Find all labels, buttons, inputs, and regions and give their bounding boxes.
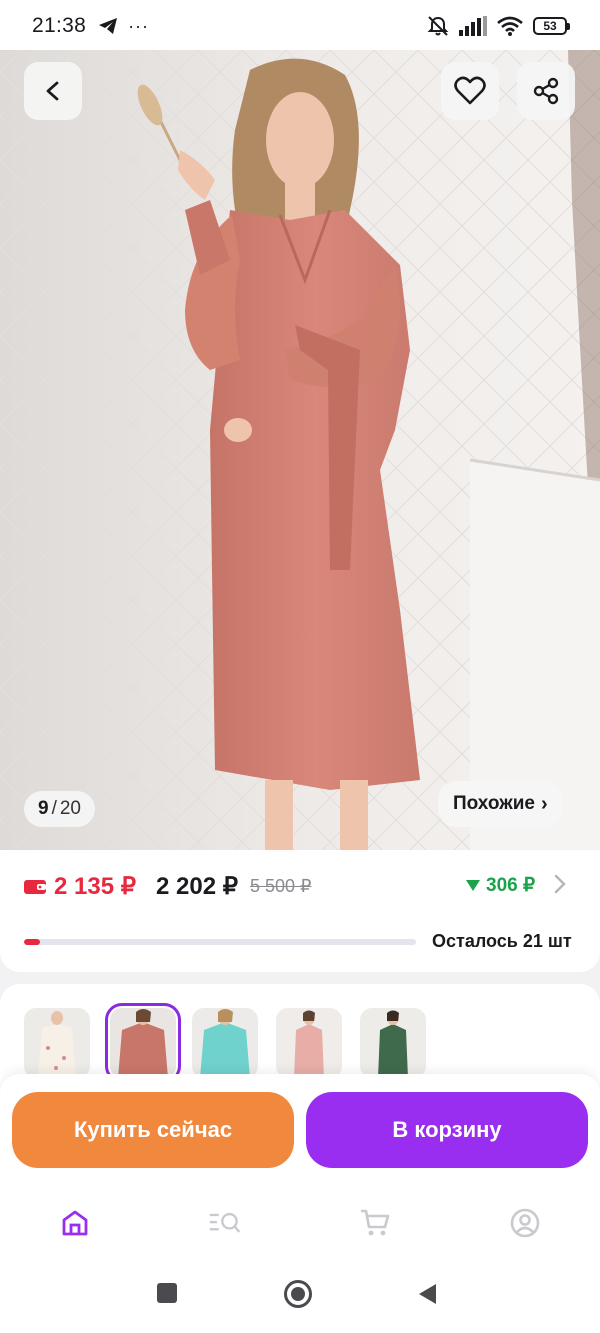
wifi-icon [497,16,523,36]
home-icon [62,1210,88,1236]
home-system-icon[interactable] [283,1279,313,1309]
bell-muted-icon [427,16,449,36]
wallet-price: 2 135 ₽ [54,873,136,900]
nav-catalog[interactable] [208,1206,242,1240]
similar-label: Похожие [453,793,535,814]
variant-thumbnail[interactable] [276,1008,342,1078]
back-system-icon[interactable] [416,1282,438,1306]
status-time: 21:38 [32,14,87,37]
buy-now-button[interactable]: Купить сейчас [12,1092,294,1168]
cart-icon [361,1209,390,1236]
current-price: 2 202 ₽ [156,873,238,900]
price-card: 2 135 ₽ 2 202 ₽ 5 500 ₽ 306 ₽ Осталось 2… [0,850,600,972]
wallet-icon [24,879,46,894]
chevron-left-icon [46,81,59,101]
recent-apps-icon[interactable] [156,1282,178,1304]
variant-image [276,1008,342,1078]
signal-icon [459,16,487,36]
price-row: 2 135 ₽ 2 202 ₽ 5 500 ₽ [24,872,312,901]
profile-icon [510,1208,540,1238]
variant-thumbnail[interactable] [24,1008,90,1078]
heart-icon [454,76,486,105]
add-to-cart-button[interactable]: В корзину [306,1092,588,1168]
battery-indicator: 53 [533,17,570,35]
variant-image [192,1008,258,1078]
nav-profile[interactable] [508,1206,542,1240]
old-price: 5 500 ₽ [250,876,312,896]
image-counter-current: 9 [38,798,49,819]
stock-progress-fill [24,939,40,945]
bottom-navigation [0,1186,600,1260]
product-image-gallery[interactable]: 9 / 20 Похожие › [0,50,600,850]
image-counter-separator: / [51,798,57,819]
variant-thumbnail[interactable] [192,1008,258,1078]
more-notifications-icon: ··· [128,16,150,36]
image-counter-total: 20 [59,798,81,819]
telegram-icon [99,18,118,34]
share-icon [533,77,559,105]
nav-cart[interactable] [358,1206,392,1240]
variant-image [24,1008,90,1078]
favorite-button[interactable] [441,62,499,120]
chevron-right-icon[interactable] [553,873,567,895]
system-navigation-bar [0,1260,600,1333]
variant-thumbnail-selected[interactable] [105,1003,181,1083]
discount-amount[interactable]: 306 ₽ [466,874,535,897]
variant-thumbnail[interactable] [360,1008,426,1078]
variant-image [110,1008,176,1078]
purchase-action-bar: Купить сейчас В корзину [0,1074,600,1186]
image-counter: 9 / 20 [24,791,95,827]
arrow-down-icon [466,880,480,891]
similar-products-button[interactable]: Похожие › [438,781,563,827]
chevron-right-icon: › [540,792,548,815]
stock-progress-bar [24,939,416,945]
stock-remaining: Осталось 21 шт [432,931,572,951]
status-bar: 21:38 ··· 53 [0,0,600,52]
variant-image [360,1008,426,1078]
share-button[interactable] [517,62,575,120]
back-button[interactable] [24,62,82,120]
battery-level: 53 [533,17,567,35]
discount-value: 306 ₽ [486,875,536,896]
product-photo [0,50,600,850]
nav-home[interactable] [58,1206,92,1240]
catalog-search-icon [209,1212,241,1233]
